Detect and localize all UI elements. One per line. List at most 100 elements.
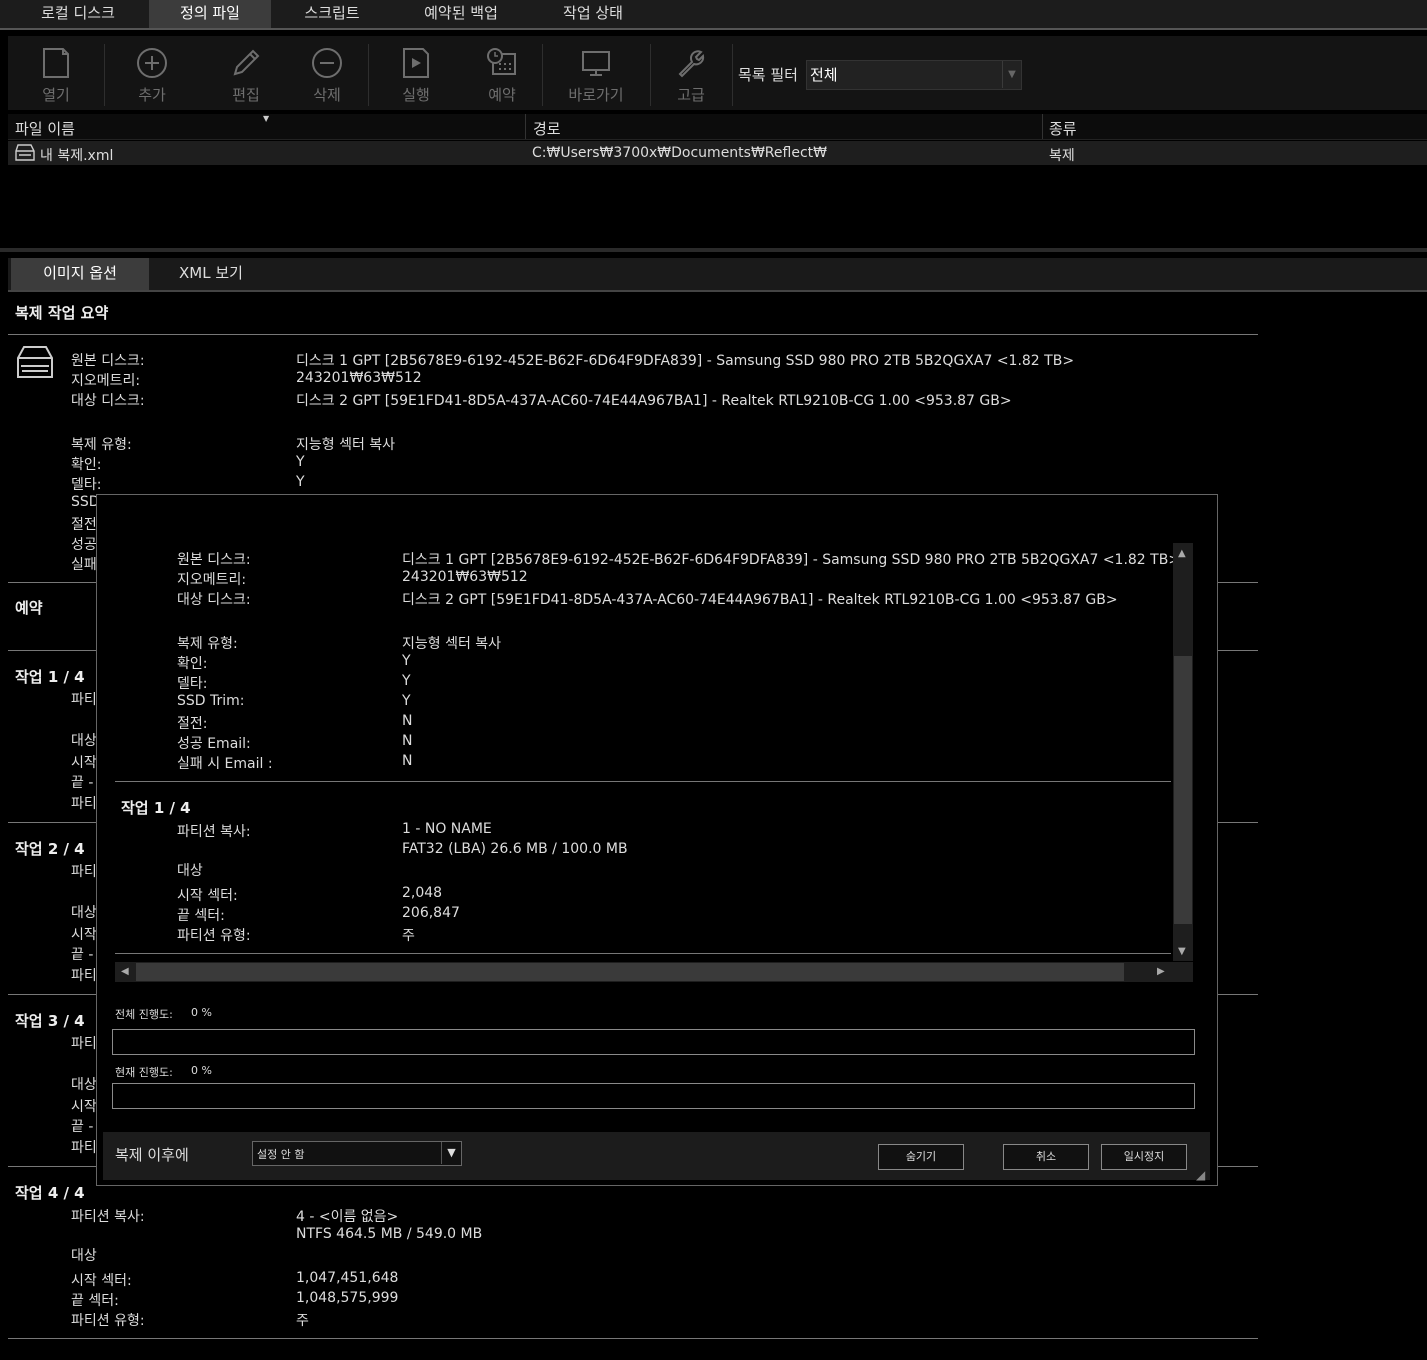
tab-xml-view[interactable]: XML 보기 [150,258,272,290]
dialog-ssd-trim-label: SSD Trim: [177,693,245,709]
schedule-title: 예약 [15,599,43,617]
source-disk-label: 원본 디스크: [71,353,145,369]
end-sector-label: 끝 섹터: [71,1293,119,1309]
scroll-right-icon[interactable]: ▶ [1157,966,1165,977]
toolbar: 열기 추가 편집 삭제 실행 예약 바로가기 고급 [8,36,1427,110]
dialog-success-email-label: 성공 Email: [177,736,251,752]
divider [8,334,1258,335]
run-file-icon [403,48,429,78]
list-filter-label: 목록 필터 [738,66,798,84]
start-sector-label: 시작 섹터: [71,1273,132,1289]
disk-drive-icon [16,344,54,384]
start-sector-label: 시작 [71,927,97,943]
run-button[interactable]: 실행 [384,36,448,110]
partition-copy-label: 파티 [71,864,97,880]
overall-progress-bar [112,1029,1195,1055]
source-disk-value: 디스크 1 GPT [2B5678E9-6192-452E-B62F-6D64F… [296,353,1075,369]
toolbar-separator [542,44,543,106]
monitor-icon [582,51,610,76]
open-label: 열기 [42,86,70,104]
dialog-fail-email-label: 실패 시 Email : [177,756,273,772]
dialog-start-sector-value: 2,048 [402,885,443,901]
partition-copy-label: 파티션 복사: [71,1209,145,1225]
toolbar-separator [104,44,105,106]
partition-copy-label: 파티 [71,1036,97,1052]
after-clone-value: 설정 안 함 [257,1148,305,1161]
end-sector-label: 끝 - [71,947,94,963]
cancel-button[interactable]: 취소 [1003,1144,1089,1170]
tab-local-disks[interactable]: 로컬 디스크 [8,0,148,28]
clone-type-value: 지능형 섹터 복사 [296,437,396,453]
divider [8,1338,1258,1339]
column-header-name[interactable]: 파일 이름 [15,118,75,139]
splitter[interactable] [0,248,1427,252]
minus-circle-icon [312,48,342,78]
dialog-start-sector-label: 시작 섹터: [177,888,238,904]
tab-task-status[interactable]: 작업 상태 [530,0,656,28]
dialog-clone-type-label: 복제 유형: [177,636,238,652]
scroll-down-icon[interactable]: ▼ [1178,946,1186,957]
end-sector-label: 끝 - [71,1119,94,1135]
list-filter-select[interactable] [806,60,1022,90]
dialog-geometry-value: 243201₩63₩512 [402,569,528,585]
toolbar-separator [368,44,369,106]
dialog-source-disk-value: 디스크 1 GPT [2B5678E9-6192-452E-B62F-6D64F… [402,552,1181,568]
verify-label: 확인: [71,457,102,473]
advanced-button[interactable]: 고급 [658,36,724,110]
dialog-ssd-trim-value: Y [402,693,411,709]
delete-button[interactable]: 삭제 [295,36,359,110]
pause-button[interactable]: 일시정지 [1101,1144,1187,1170]
target-label: 대상 [71,1248,97,1264]
target-label: 대상 [71,733,97,749]
wrench-icon [678,50,705,78]
toolbar-separator [732,44,733,106]
column-divider[interactable] [525,114,526,139]
resize-grip-icon[interactable]: ◢ [1196,1168,1205,1182]
after-clone-label: 복제 이후에 [115,1146,189,1164]
vertical-scrollbar-thumb[interactable] [1174,656,1192,924]
dialog-delta-label: 델타: [177,676,208,692]
dialog-partition-copy-value: 1 - NO NAME [402,821,492,837]
tab-definition-files[interactable]: 정의 파일 [149,0,271,28]
plus-circle-icon [137,48,167,78]
dialog-verify-label: 확인: [177,656,208,672]
delta-value: Y [296,474,305,490]
scroll-up-icon[interactable]: ▲ [1178,548,1186,559]
divider [115,781,1171,782]
column-header-path[interactable]: 경로 [533,118,561,139]
edit-label: 편집 [232,86,260,104]
top-tab-bar: 로컬 디스크 정의 파일 스크립트 예약된 백업 작업 상태 [0,0,1427,30]
sleep-label: 절전 [71,517,97,533]
file-path-cell: C:₩Users₩3700x₩Documents₩Reflect₩ [532,145,827,161]
chevron-down-icon[interactable]: ▼ [441,1142,461,1164]
tab-scripts[interactable]: 스크립트 [272,0,392,28]
partition-copy-label: 파티 [71,692,97,708]
schedule-button[interactable]: 예약 [470,36,534,110]
dialog-verify-value: Y [402,653,411,669]
target-label: 대상 [71,1077,97,1093]
dialog-success-email-value: N [402,733,413,749]
shortcut-button[interactable]: 바로가기 [556,36,636,110]
schedule-label: 예약 [488,86,516,104]
tab-scheduled-backups[interactable]: 예약된 백업 [393,0,529,28]
file-type-cell: 복제 [1049,148,1075,164]
hide-button[interactable]: 숨기기 [878,1144,964,1170]
operation-title: 작업 2 / 4 [15,840,85,858]
chevron-down-icon[interactable]: ▼ [1002,61,1021,88]
start-sector-label: 시작 [71,755,97,771]
tab-image-options[interactable]: 이미지 옵션 [11,258,149,290]
horizontal-scrollbar-thumb[interactable] [136,963,1124,981]
column-header-type[interactable]: 종류 [1049,118,1077,139]
dialog-partition-type-label: 파티션 유형: [177,928,251,944]
add-button[interactable]: 추가 [120,36,184,110]
scroll-left-icon[interactable]: ◀ [121,966,129,977]
current-progress-value: 0 % [191,1064,212,1077]
partition-type-label: 파티 [71,796,97,812]
list-filter-value: 전체 [810,66,838,84]
column-divider[interactable] [1042,114,1043,139]
open-button[interactable]: 열기 [24,36,88,110]
delta-label: 델타: [71,477,102,493]
edit-button[interactable]: 편집 [214,36,278,110]
dialog-sleep-label: 절전: [177,716,208,732]
target-disk-label: 대상 디스크: [71,393,145,409]
